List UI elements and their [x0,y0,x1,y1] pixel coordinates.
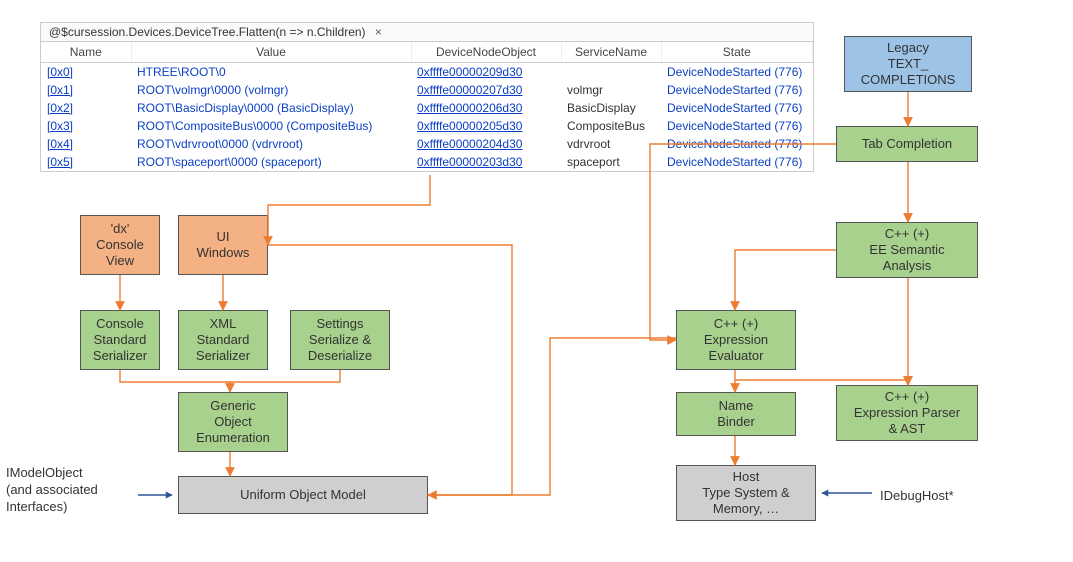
table-row: [0x4] ROOT\vdrvroot\0000 (vdrvroot) 0xffff… [41,135,813,153]
row-object-link[interactable]: 0xffffe00000204d30 [417,137,522,151]
row-name[interactable]: [0x2] [47,101,73,115]
table-row: [0x5] ROOT\spaceport\0000 (spaceport) 0xff… [41,153,813,171]
row-state: DeviceNodeStarted (776) [661,81,813,99]
row-value: ROOT\volmgr\0000 (volmgr) [131,81,411,99]
row-service: volmgr [561,81,661,99]
row-value: ROOT\vdrvroot\0000 (vdrvroot) [131,135,411,153]
row-value: ROOT\CompositeBus\0000 (CompositeBus) [131,117,411,135]
node-uniform-object-model: Uniform Object Model [178,476,428,514]
node-xml-serializer: XMLStandardSerializer [178,310,268,370]
row-service: vdrvroot [561,135,661,153]
node-semantic-analysis: C++ (+)EE SemanticAnalysis [836,222,978,278]
row-name[interactable]: [0x0] [47,65,73,79]
node-dx-console-view: 'dx'ConsoleView [80,215,160,275]
table-row: [0x0] HTREE\ROOT\0 0xffffe00000209d30 Devic… [41,63,813,82]
row-name[interactable]: [0x4] [47,137,73,151]
column-header: Value [131,42,411,63]
row-value: ROOT\spaceport\0000 (spaceport) [131,153,411,171]
node-ui-windows: UIWindows [178,215,268,275]
row-object-link[interactable]: 0xffffe00000206d30 [417,101,522,115]
node-expression-parser: C++ (+)Expression Parser& AST [836,385,978,441]
row-value: HTREE\ROOT\0 [131,63,411,82]
node-host-type-system: HostType System &Memory, … [676,465,816,521]
row-service [561,63,661,82]
table-row: [0x1] ROOT\volmgr\0000 (volmgr) 0xffffe000… [41,81,813,99]
row-state: DeviceNodeStarted (776) [661,63,813,82]
table-tab[interactable]: @$cursession.Devices.DeviceTree.Flatten(… [41,23,813,42]
table-row: [0x2] ROOT\BasicDisplay\0000 (BasicDispla… [41,99,813,117]
row-name[interactable]: [0x5] [47,155,73,169]
row-object-link[interactable]: 0xffffe00000203d30 [417,155,522,169]
row-service: spaceport [561,153,661,171]
node-name-binder: NameBinder [676,392,796,436]
row-state: DeviceNodeStarted (776) [661,99,813,117]
row-name[interactable]: [0x3] [47,119,73,133]
column-header: DeviceNodeObject [411,42,561,63]
node-legacy-text-completions: LegacyTEXT_COMPLETIONS [844,36,972,92]
node-tab-completion: Tab Completion [836,126,978,162]
table-row: [0x3] ROOT\CompositeBus\0000 (CompositeBu… [41,117,813,135]
debugger-table: @$cursession.Devices.DeviceTree.Flatten(… [40,22,814,172]
column-header: State [661,42,813,63]
row-state: DeviceNodeStarted (776) [661,135,813,153]
row-state: DeviceNodeStarted (776) [661,153,813,171]
row-object-link[interactable]: 0xffffe00000209d30 [417,65,522,79]
tab-title: @$cursession.Devices.DeviceTree.Flatten(… [49,25,366,39]
node-expression-evaluator: C++ (+)ExpressionEvaluator [676,310,796,370]
row-service: CompositeBus [561,117,661,135]
node-settings-serialize: SettingsSerialize &Deserialize [290,310,390,370]
row-object-link[interactable]: 0xffffe00000207d30 [417,83,522,97]
row-value: ROOT\BasicDisplay\0000 (BasicDisplay) [131,99,411,117]
close-icon[interactable]: × [375,25,382,39]
data-grid: NameValueDeviceNodeObjectServiceNameStat… [41,42,813,171]
column-header: Name [41,42,131,63]
label-imodelobject: IModelObject(and associatedInterfaces) [6,465,166,516]
node-generic-enumeration: GenericObjectEnumeration [178,392,288,452]
row-state: DeviceNodeStarted (776) [661,117,813,135]
column-header: ServiceName [561,42,661,63]
row-object-link[interactable]: 0xffffe00000205d30 [417,119,522,133]
row-name[interactable]: [0x1] [47,83,73,97]
label-idebughost: IDebugHost* [880,488,954,505]
row-service: BasicDisplay [561,99,661,117]
node-console-serializer: ConsoleStandardSerializer [80,310,160,370]
